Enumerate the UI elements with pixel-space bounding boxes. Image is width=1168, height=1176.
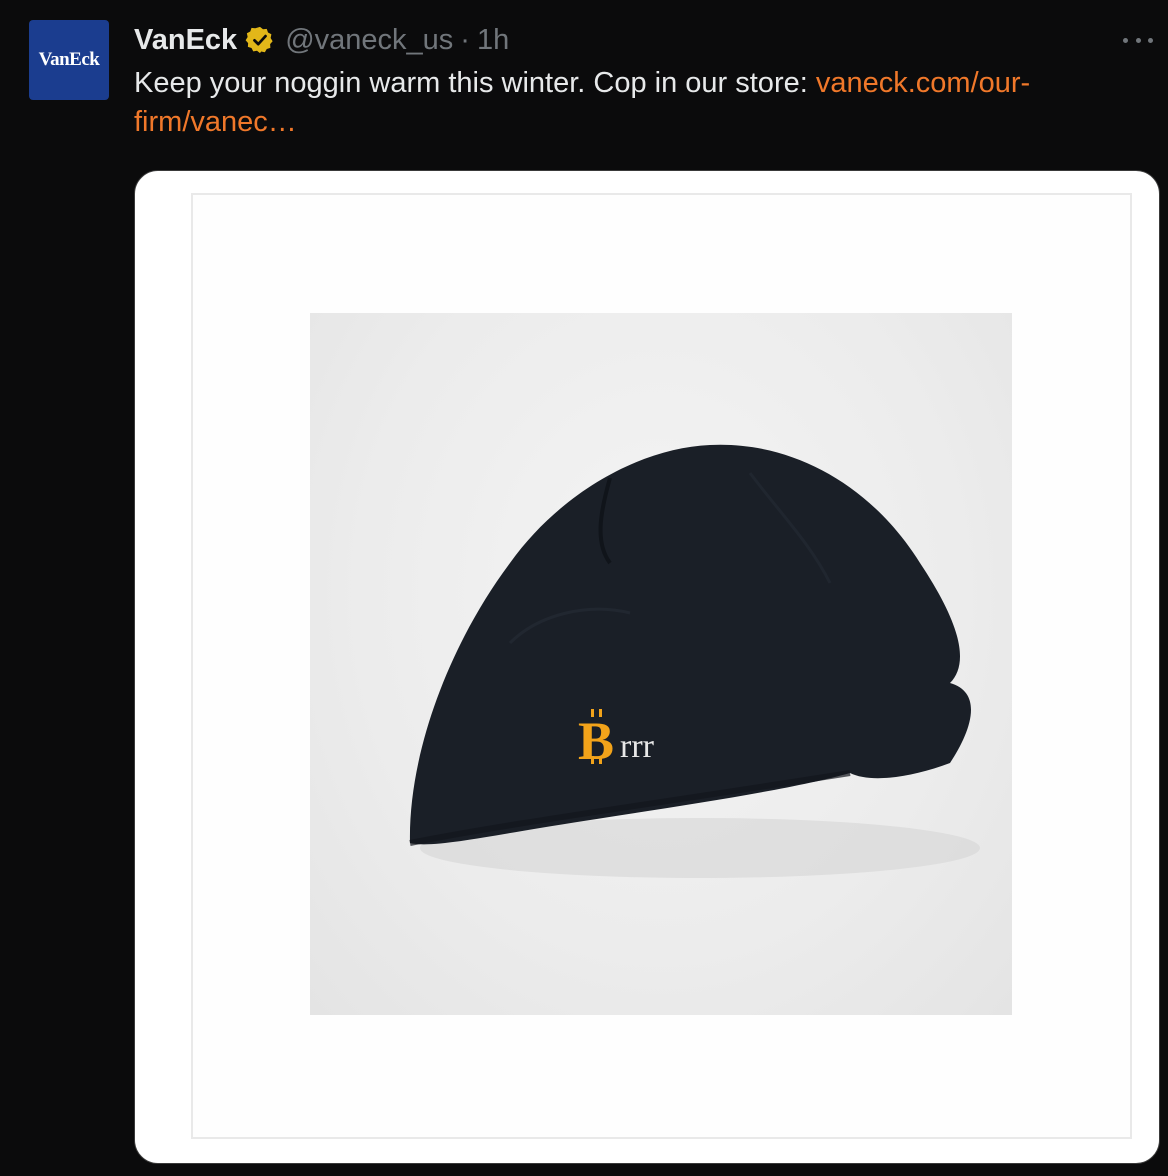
display-name[interactable]: VanEck [134,24,237,57]
more-options-icon[interactable] [1123,28,1153,52]
timestamp[interactable]: 1h [477,24,509,57]
media-card[interactable]: B rrr [134,170,1160,1164]
avatar-logo-text: VanEck [38,49,100,70]
tweet-body: Keep your noggin warm this winter. Cop i… [134,67,816,99]
handle[interactable]: @vaneck_us [285,24,453,57]
image-frame: B rrr [191,193,1132,1139]
more-dot [1148,37,1153,43]
embroidery-text: rrr [620,728,655,765]
beanie-illustration: B rrr [409,444,980,878]
avatar[interactable]: VanEck [29,20,109,100]
more-dot [1135,37,1141,43]
more-dot [1123,37,1128,43]
beanie-photo: B rrr [310,313,1012,1015]
separator-dot: · [460,23,470,56]
tweet-text: Keep your noggin warm this winter. Cop i… [134,64,1124,142]
bitcoin-b-symbol: B [578,711,614,771]
tweet-header: VanEck @vaneck_us · 1h [134,20,509,60]
verified-badge-icon[interactable] [245,25,275,55]
tweet[interactable]: VanEck VanEck @vaneck_us · 1h Keep your … [0,0,1168,1176]
